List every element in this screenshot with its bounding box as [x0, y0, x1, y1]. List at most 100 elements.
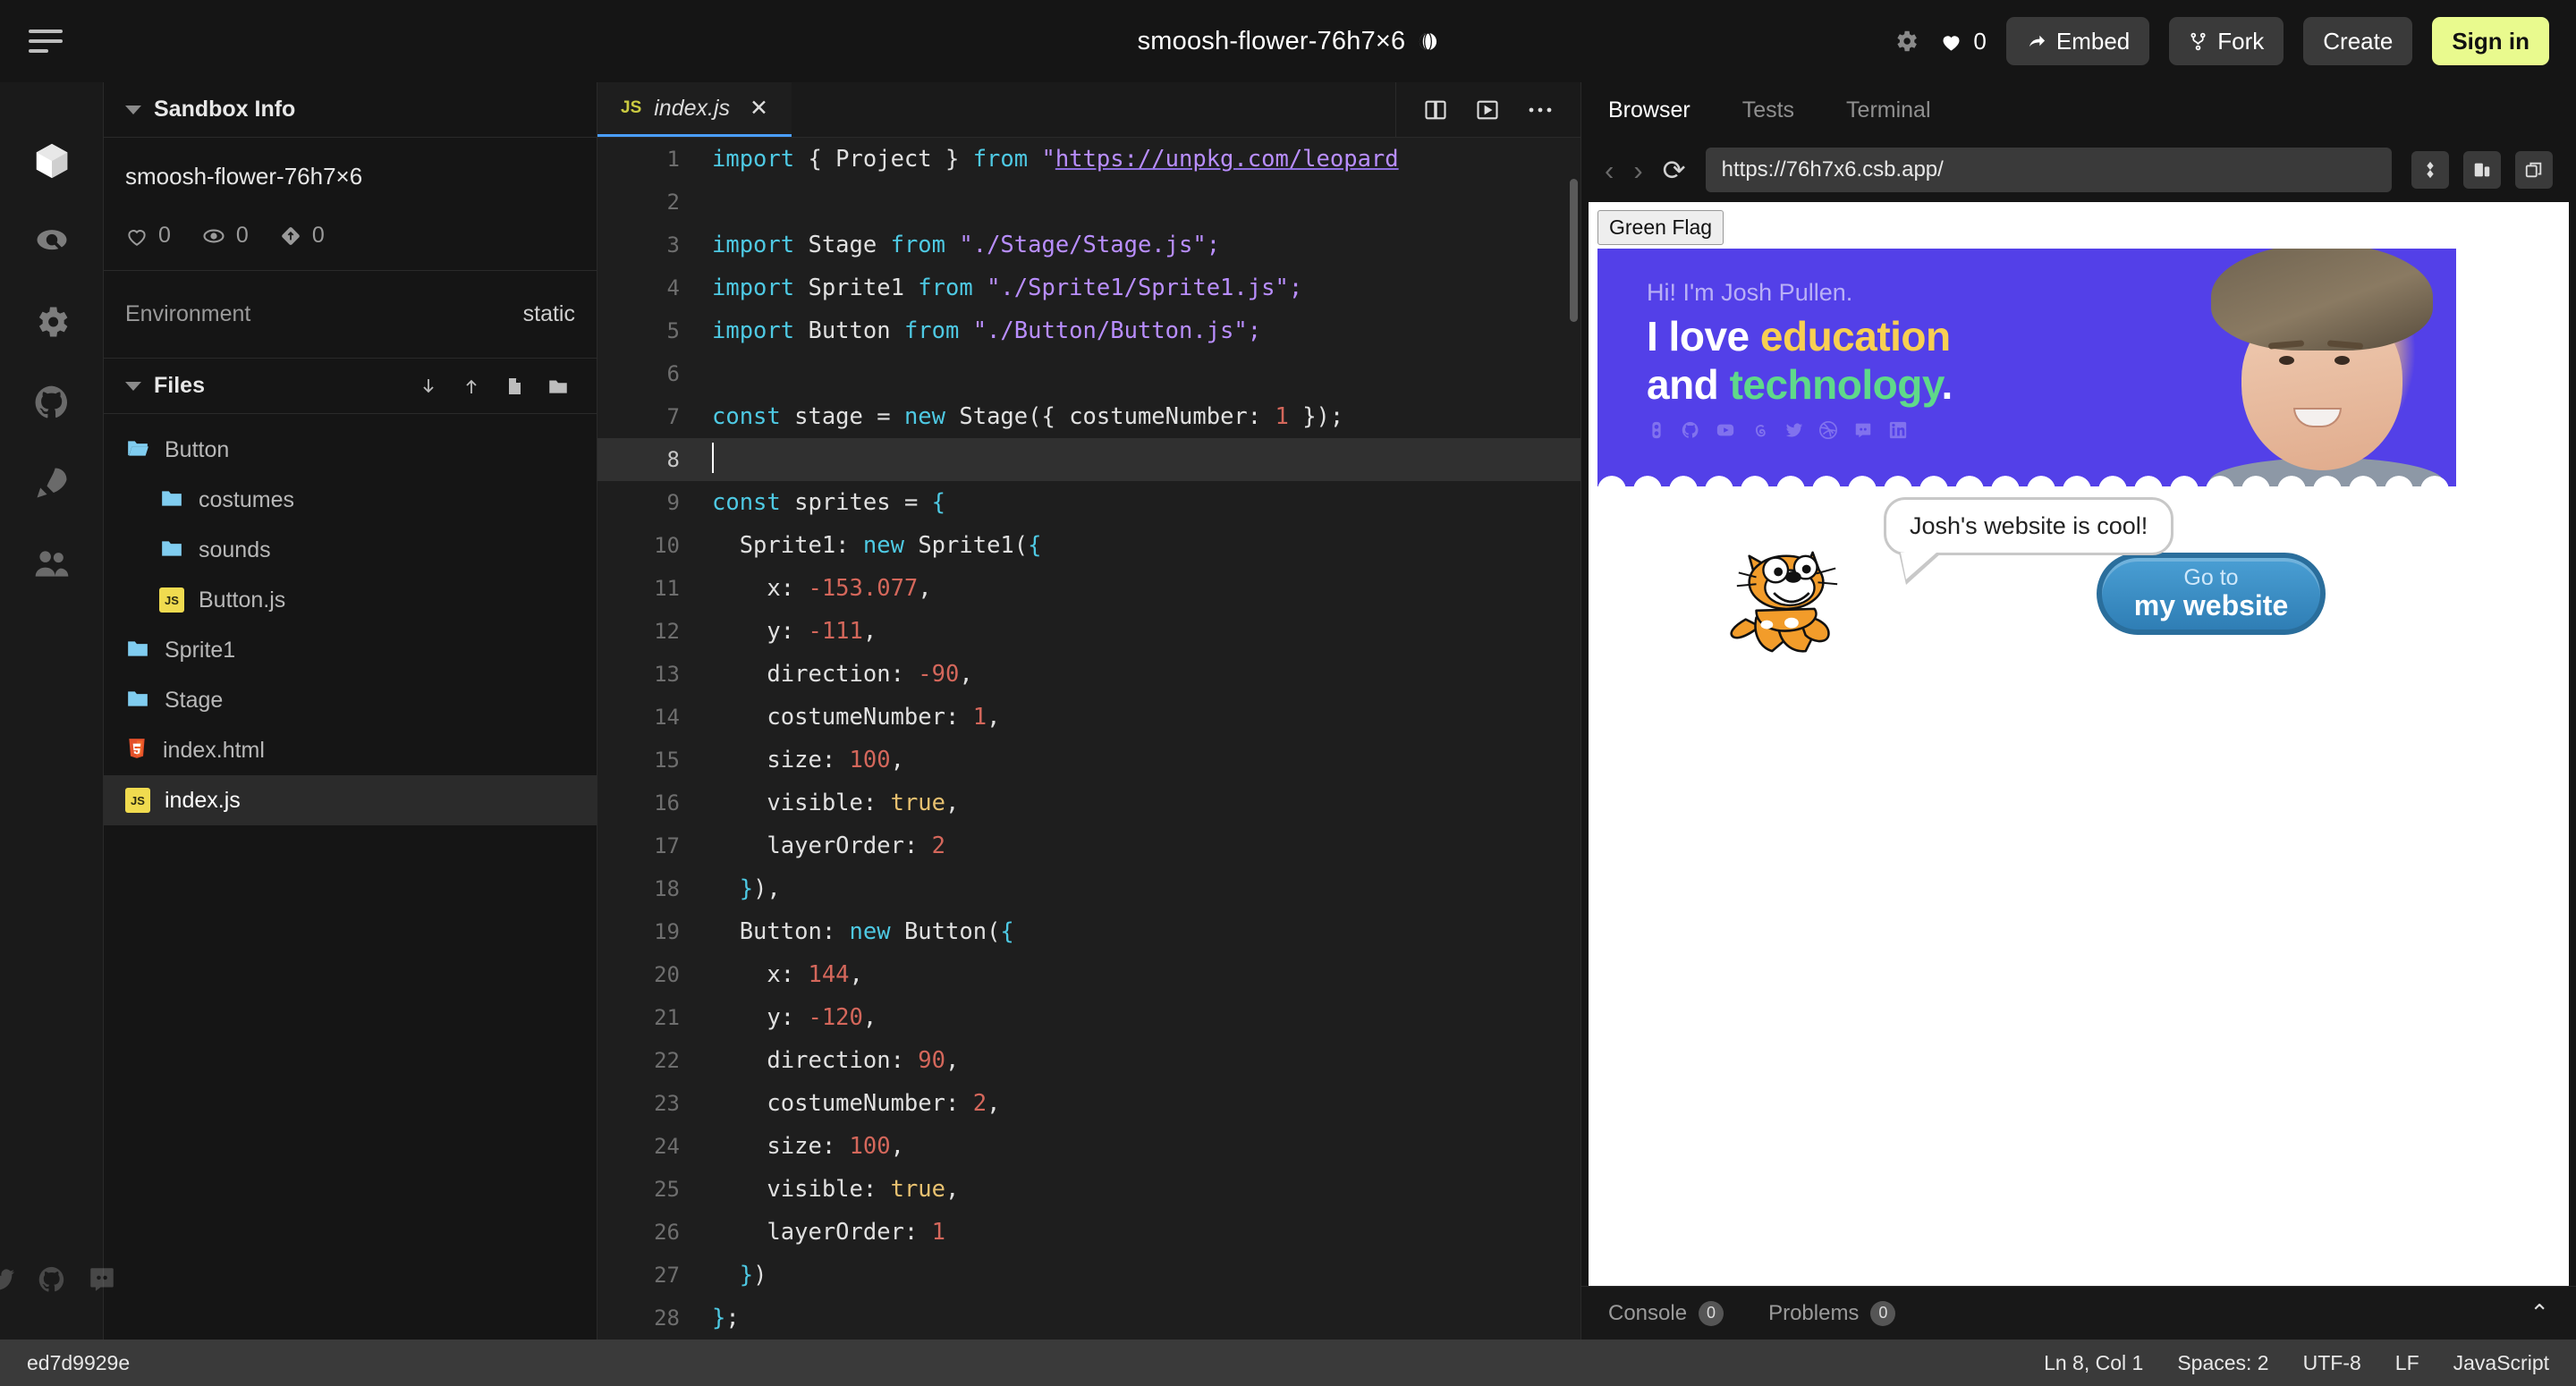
live-people-icon[interactable]	[29, 540, 75, 587]
github-icon[interactable]	[37, 1264, 67, 1295]
scratch-icon[interactable]	[1647, 420, 1666, 440]
code-line[interactable]: 20 x: 144,	[597, 953, 1580, 996]
new-folder-icon[interactable]	[547, 375, 570, 398]
sandbox-cube-icon[interactable]	[29, 138, 75, 184]
url-input[interactable]: https://76h7x6.csb.app/	[1705, 148, 2392, 192]
code-line[interactable]: 9 const sprites = {	[597, 481, 1580, 524]
code-line[interactable]: 6	[597, 352, 1580, 395]
new-window-icon[interactable]	[2515, 151, 2553, 189]
inspector-icon[interactable]	[2411, 151, 2449, 189]
run-preview-icon[interactable]	[1475, 97, 1500, 123]
search-icon[interactable]	[29, 218, 75, 265]
reload-icon[interactable]: ⟳	[1663, 156, 1686, 184]
upload-icon[interactable]	[461, 375, 482, 398]
files-header[interactable]: Files	[104, 359, 597, 414]
code-line[interactable]: 16 visible: true,	[597, 782, 1580, 824]
status-commit[interactable]: ed7d9929e	[27, 1351, 130, 1375]
tab-browser[interactable]: Browser	[1608, 97, 1690, 123]
preview-iframe[interactable]: Green Flag Hi! I'm Josh Pullen. I love e…	[1589, 202, 2569, 1286]
close-icon[interactable]: ✕	[750, 95, 768, 122]
like-counter[interactable]: 0	[1939, 28, 1987, 55]
create-button[interactable]: Create	[2303, 17, 2413, 65]
code-line[interactable]: 7 const stage = new Stage({ costumeNumber…	[597, 395, 1580, 438]
file-row-Sprite1[interactable]: Sprite1	[104, 625, 597, 675]
file-row-Button[interactable]: Button	[104, 425, 597, 475]
code-line[interactable]: 25 visible: true,	[597, 1168, 1580, 1211]
code-line[interactable]: 26 layerOrder: 1	[597, 1211, 1580, 1254]
chevron-left-icon[interactable]: ‹	[1605, 156, 1614, 184]
status-cursor-position[interactable]: Ln 8, Col 1	[2044, 1351, 2143, 1375]
tab-console[interactable]: Console 0	[1608, 1300, 1724, 1326]
code-line[interactable]: 11 x: -153.077,	[597, 567, 1580, 610]
code-line[interactable]: 27 })	[597, 1254, 1580, 1297]
github-icon[interactable]	[1681, 420, 1700, 440]
split-editor-icon[interactable]	[1423, 97, 1448, 123]
file-name: Button.js	[199, 587, 286, 613]
code-line[interactable]: 24 size: 100,	[597, 1125, 1580, 1168]
file-row-sounds[interactable]: sounds	[104, 525, 597, 575]
status-indentation[interactable]: Spaces: 2	[2177, 1351, 2268, 1375]
code-line[interactable]: 22 direction: 90,	[597, 1039, 1580, 1082]
go-button-line1: Go to	[2183, 565, 2239, 591]
discord-icon[interactable]	[87, 1264, 117, 1295]
code-line[interactable]: 5 import Button from "./Button/Button.js"…	[597, 309, 1580, 352]
more-options-icon[interactable]	[1527, 106, 1554, 114]
dribbble-icon[interactable]	[1818, 420, 1838, 440]
code-line[interactable]: 3 import Stage from "./Stage/Stage.js";	[597, 224, 1580, 266]
problems-count: 0	[1870, 1300, 1896, 1326]
status-line-ending[interactable]: LF	[2395, 1351, 2419, 1375]
green-flag-button[interactable]: Green Flag	[1597, 210, 1724, 245]
status-encoding[interactable]: UTF-8	[2303, 1351, 2361, 1375]
embed-button[interactable]: Embed	[2005, 17, 2150, 65]
chevron-right-icon[interactable]: ›	[1633, 156, 1642, 184]
sign-in-button[interactable]: Sign in	[2432, 17, 2549, 65]
file-row-Button-js[interactable]: JS Button.js	[104, 575, 597, 625]
github-icon[interactable]	[29, 379, 75, 426]
threads-icon[interactable]	[1750, 420, 1770, 440]
code-line[interactable]: 12 y: -111,	[597, 610, 1580, 653]
code-line[interactable]: 14 costumeNumber: 1,	[597, 696, 1580, 739]
fork-button[interactable]: Fork	[2169, 17, 2284, 65]
code-line[interactable]: 2	[597, 181, 1580, 224]
code-line[interactable]: 1 import { Project } from "https://unpkg.…	[597, 138, 1580, 181]
download-icon[interactable]	[418, 375, 439, 398]
file-row-costumes[interactable]: costumes	[104, 475, 597, 525]
code-line[interactable]: 17 layerOrder: 2	[597, 824, 1580, 867]
discord-icon[interactable]	[1852, 420, 1874, 440]
code-line[interactable]: 28};	[597, 1297, 1580, 1340]
chevron-up-icon[interactable]: ⌃	[2529, 1299, 2549, 1327]
tab-terminal[interactable]: Terminal	[1846, 97, 1930, 123]
sandbox-info-body: smoosh-flower-76h7×6 0 0 0	[104, 138, 597, 271]
code-line[interactable]: 13 direction: -90,	[597, 653, 1580, 696]
linkedin-icon[interactable]	[1888, 420, 1908, 440]
file-row-index-js[interactable]: JS index.js	[104, 775, 597, 825]
tab-index-js[interactable]: JS index.js ✕	[597, 82, 792, 137]
editor-scrollbar[interactable]	[1570, 179, 1578, 322]
new-file-icon[interactable]	[504, 375, 525, 398]
file-row-index-html[interactable]: index.html	[104, 725, 597, 775]
youtube-icon[interactable]	[1715, 420, 1736, 440]
gear-icon[interactable]	[29, 299, 75, 345]
code-line[interactable]: 18 }),	[597, 867, 1580, 910]
code-line[interactable]: 19 Button: new Button({	[597, 910, 1580, 953]
line-content: }),	[739, 875, 781, 902]
tab-problems[interactable]: Problems 0	[1768, 1300, 1896, 1326]
code-line[interactable]: 21 y: -120,	[597, 996, 1580, 1039]
status-language[interactable]: JavaScript	[2453, 1351, 2549, 1375]
twitter-icon[interactable]	[0, 1264, 17, 1295]
code-line[interactable]: 4 import Sprite1 from "./Sprite1/Sprite1.…	[597, 266, 1580, 309]
twitter-icon[interactable]	[1784, 420, 1804, 440]
code-line[interactable]: 23 costumeNumber: 2,	[597, 1082, 1580, 1125]
gear-icon[interactable]	[1893, 28, 1919, 55]
hamburger-icon[interactable]	[29, 30, 82, 53]
go-to-website-button[interactable]: Go to my website	[2097, 553, 2326, 635]
code-line[interactable]: 10 Sprite1: new Sprite1({	[597, 524, 1580, 567]
responsive-preview-icon[interactable]	[2463, 151, 2501, 189]
sandbox-info-header[interactable]: Sandbox Info	[104, 82, 597, 138]
code-editor[interactable]: 1 import { Project } from "https://unpkg.…	[597, 138, 1580, 1340]
file-row-Stage[interactable]: Stage	[104, 675, 597, 725]
code-line[interactable]: 8	[597, 438, 1580, 481]
rocket-deploy-icon[interactable]	[29, 460, 75, 506]
tab-tests[interactable]: Tests	[1742, 97, 1794, 123]
code-line[interactable]: 15 size: 100,	[597, 739, 1580, 782]
